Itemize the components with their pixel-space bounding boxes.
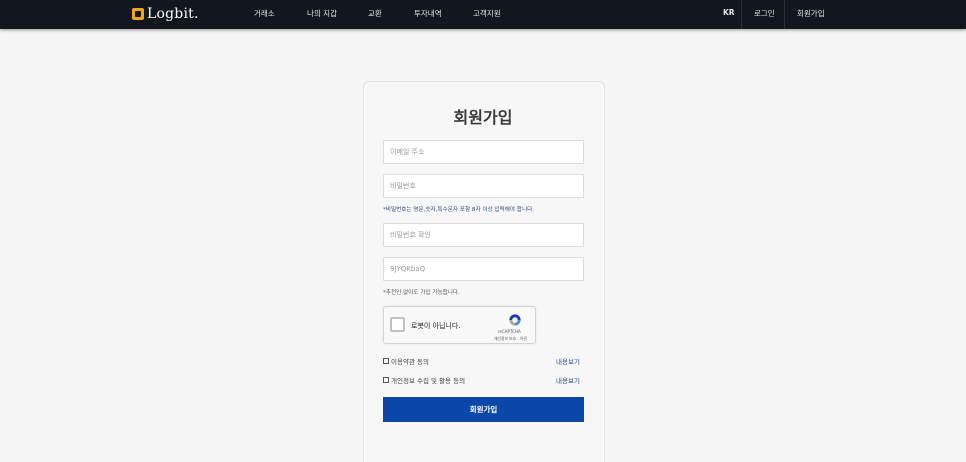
privacy-agreement: 개인정보 수집 및 활용 동의	[383, 375, 465, 385]
nav-item-my-wallet[interactable]: 나의 지갑	[307, 8, 337, 19]
recaptcha-label: 로봇이 아닙니다.	[411, 322, 461, 330]
recaptcha-checkbox[interactable]	[390, 317, 405, 332]
nav-item-exchange[interactable]: 거래소	[254, 8, 275, 19]
signup-submit-button[interactable]: 회원가입	[383, 397, 584, 422]
top-navigation-bar: Logbit. 거래소 나의 지갑 교환 투자내역 고객지원 KR 로그인 회원…	[0, 0, 966, 29]
password-hint: *비밀번호는 영문,숫자,특수문자 포함 8자 이상 입력해야 합니다.	[383, 207, 535, 213]
logo-text: Logbit.	[147, 6, 199, 22]
password-field[interactable]	[383, 174, 584, 198]
recaptcha-icon	[509, 314, 521, 326]
nav-item-investment-history[interactable]: 투자내역	[414, 8, 442, 19]
privacy-view-link[interactable]: 내용보기	[556, 375, 580, 385]
login-link[interactable]: 로그인	[754, 8, 775, 19]
logo-icon	[132, 8, 144, 20]
email-field[interactable]	[383, 140, 584, 164]
terms-label: 이용약관 동의	[391, 358, 429, 366]
signup-link[interactable]: 회원가입	[797, 8, 825, 19]
recaptcha-brand: reCAPTCHA	[498, 329, 521, 334]
terms-checkbox[interactable]	[383, 358, 389, 364]
privacy-label: 개인정보 수집 및 활용 동의	[391, 377, 466, 385]
privacy-checkbox[interactable]	[383, 377, 389, 383]
page-title: 회원가입	[453, 108, 513, 127]
recaptcha-links[interactable]: 개인정보 보호 - 약관	[494, 336, 527, 342]
language-selector[interactable]: KR	[723, 8, 735, 17]
referral-code-field[interactable]	[383, 257, 584, 281]
logo[interactable]: Logbit.	[132, 5, 199, 23]
terms-view-link[interactable]: 내용보기	[556, 356, 580, 366]
password-confirm-field[interactable]	[383, 223, 584, 247]
recaptcha-widget: 로봇이 아닙니다. reCAPTCHA 개인정보 보호 - 약관	[383, 306, 536, 344]
divider	[784, 0, 785, 29]
nav-item-support[interactable]: 고객지원	[473, 8, 501, 19]
nav-item-swap[interactable]: 교환	[368, 8, 382, 19]
referral-hint: *추천인 없이도 가입 가능합니다.	[383, 290, 460, 296]
divider	[741, 0, 742, 29]
terms-agreement: 이용약관 동의	[383, 356, 429, 366]
